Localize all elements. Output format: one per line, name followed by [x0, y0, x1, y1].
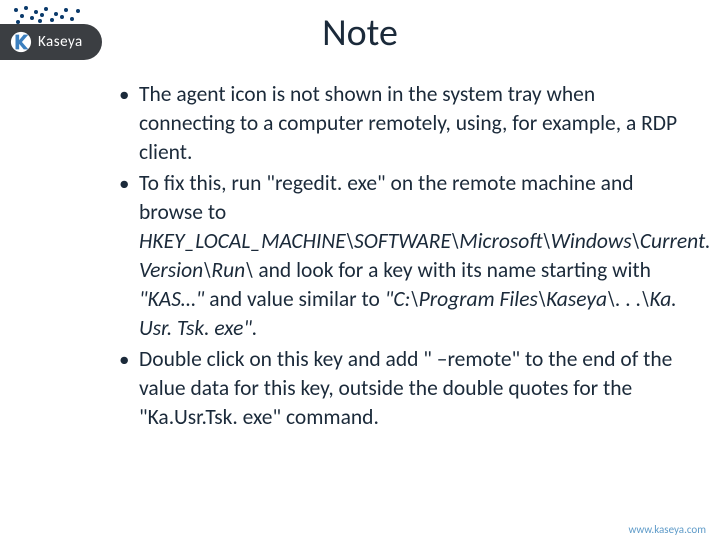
- bullet-text: To fix this, run "regedit. exe" on the r…: [139, 170, 634, 225]
- bullet-italic: "KAS…": [139, 286, 209, 312]
- slide-body: The agent icon is not shown in the syste…: [115, 80, 695, 434]
- bullet-text: Double click on this key and add " –remo…: [139, 346, 672, 430]
- list-item: The agent icon is not shown in the syste…: [115, 80, 695, 167]
- slide-title: Note: [0, 10, 720, 56]
- bullet-text: and look for a key with its name startin…: [253, 257, 650, 283]
- bullet-list: The agent icon is not shown in the syste…: [115, 80, 695, 432]
- footer-url: www.kaseya.com: [628, 523, 706, 536]
- bullet-text: and value similar to: [209, 286, 384, 312]
- footer: www.kaseya.com: [0, 516, 720, 540]
- list-item: Double click on this key and add " –remo…: [115, 345, 695, 432]
- bullet-text: The agent icon is not shown in the syste…: [139, 81, 677, 165]
- list-item: To fix this, run "regedit. exe" on the r…: [115, 169, 695, 343]
